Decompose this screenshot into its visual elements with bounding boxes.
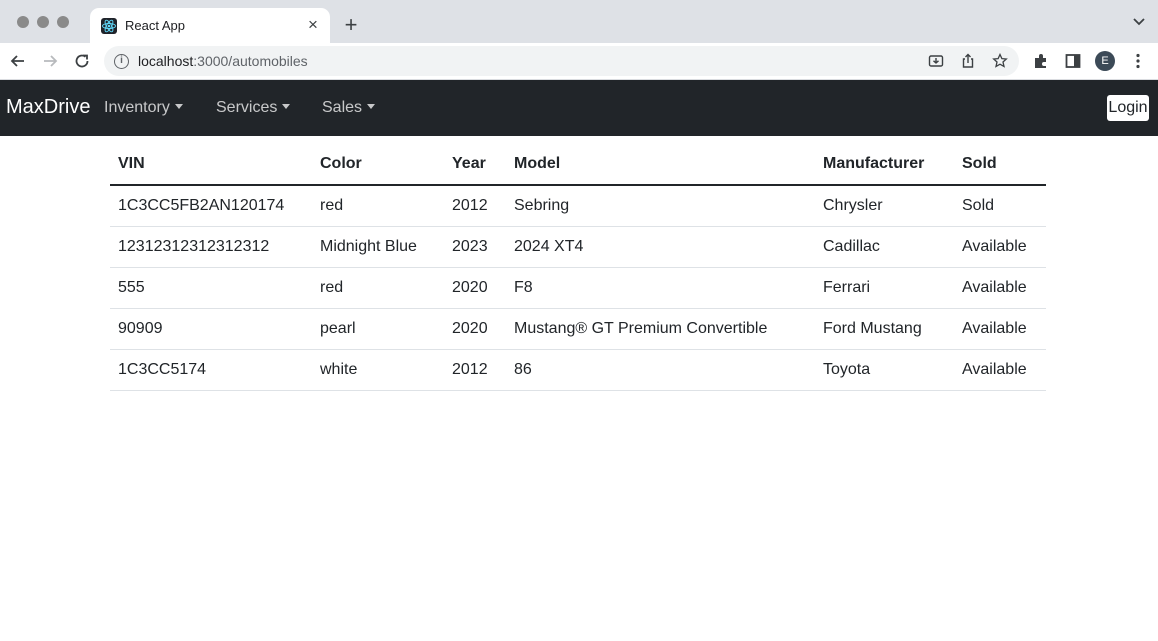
url-text[interactable]: localhost:3000/automobiles — [138, 53, 308, 69]
cell-sold-status: Available — [954, 226, 1046, 268]
cell-model: Sebring — [506, 185, 815, 227]
extensions-puzzle-icon[interactable] — [1031, 51, 1051, 71]
new-tab-icon[interactable]: + — [340, 14, 362, 36]
side-panel-icon[interactable] — [1063, 51, 1083, 71]
react-favicon-icon — [101, 18, 117, 34]
cell-manufacturer: Chrysler — [815, 185, 954, 227]
app-navbar: MaxDrive Inventory Services Sales Login — [0, 80, 1158, 136]
cell-color: white — [312, 349, 444, 391]
column-header-year: Year — [444, 144, 506, 186]
column-header-manufacturer: Manufacturer — [815, 144, 954, 186]
column-header-vin: VIN — [110, 144, 312, 186]
cell-model: Mustang® GT Premium Convertible — [506, 308, 815, 350]
forward-arrow-icon[interactable] — [40, 51, 60, 71]
cell-vin: 1C3CC5FB2AN120174 — [110, 185, 312, 227]
cell-sold-status: Sold — [954, 185, 1046, 227]
caret-down-icon — [282, 104, 291, 109]
table-row: 12312312312312312 Midnight Blue 2023 202… — [110, 226, 1046, 268]
column-header-color: Color — [312, 144, 444, 186]
automobiles-table: VIN Color Year Model Manufacturer Sold 1… — [110, 144, 1046, 391]
caret-down-icon — [367, 104, 376, 109]
reload-icon[interactable] — [72, 51, 92, 71]
address-bar[interactable]: i localhost:3000/automobiles — [104, 46, 1019, 76]
back-arrow-icon[interactable] — [8, 51, 28, 71]
browser-tab-strip: React App × + — [0, 0, 1158, 43]
cell-model: F8 — [506, 267, 815, 309]
table-row: 555 red 2020 F8 Ferrari Available — [110, 267, 1046, 309]
cell-model: 86 — [506, 349, 815, 391]
brand-logo-text[interactable]: MaxDrive — [6, 95, 90, 119]
cell-year: 2023 — [444, 226, 506, 268]
browser-tab[interactable]: React App × — [90, 8, 330, 43]
site-info-icon[interactable]: i — [114, 54, 129, 69]
table-header-row: VIN Color Year Model Manufacturer Sold — [110, 144, 1046, 186]
nav-dropdown-inventory[interactable]: Inventory — [104, 98, 183, 118]
cell-year: 2020 — [444, 308, 506, 350]
tab-close-icon[interactable]: × — [304, 16, 322, 34]
cell-manufacturer: Cadillac — [815, 226, 954, 268]
cell-year: 2012 — [444, 185, 506, 227]
cell-color: red — [312, 267, 444, 309]
cell-sold-status: Available — [954, 267, 1046, 309]
cell-manufacturer: Ferrari — [815, 267, 954, 309]
cell-manufacturer: Toyota — [815, 349, 954, 391]
cell-model: 2024 XT4 — [506, 226, 815, 268]
cell-color: red — [312, 185, 444, 227]
nav-dropdown-services[interactable]: Services — [216, 98, 291, 118]
table-row: 1C3CC5FB2AN120174 red 2012 Sebring Chrys… — [110, 185, 1046, 227]
table-row: 90909 pearl 2020 Mustang® GT Premium Con… — [110, 308, 1046, 350]
window-close-icon[interactable] — [17, 16, 29, 28]
login-button[interactable]: Login — [1107, 95, 1149, 121]
cell-color: Midnight Blue — [312, 226, 444, 268]
window-maximize-icon[interactable] — [57, 16, 69, 28]
browser-menu-icon[interactable] — [1128, 51, 1148, 71]
cell-vin: 90909 — [110, 308, 312, 350]
cell-sold-status: Available — [954, 349, 1046, 391]
cell-sold-status: Available — [954, 308, 1046, 350]
window-minimize-icon[interactable] — [37, 16, 49, 28]
cell-year: 2020 — [444, 267, 506, 309]
cell-vin: 1C3CC5174 — [110, 349, 312, 391]
tab-search-chevron-icon[interactable] — [1132, 16, 1146, 28]
share-icon[interactable] — [960, 53, 976, 69]
column-header-sold: Sold — [954, 144, 1046, 186]
profile-avatar[interactable]: E — [1095, 51, 1115, 71]
cell-vin: 12312312312312312 — [110, 226, 312, 268]
caret-down-icon — [174, 104, 183, 109]
install-app-icon[interactable] — [928, 53, 944, 69]
cell-color: pearl — [312, 308, 444, 350]
cell-vin: 555 — [110, 267, 312, 309]
bookmark-star-icon[interactable] — [992, 53, 1008, 69]
table-row: 1C3CC5174 white 2012 86 Toyota Available — [110, 349, 1046, 391]
column-header-model: Model — [506, 144, 815, 186]
tab-title: React App — [125, 18, 185, 33]
cell-year: 2012 — [444, 349, 506, 391]
browser-toolbar: i localhost:3000/automobiles E — [0, 43, 1158, 80]
nav-dropdown-sales[interactable]: Sales — [322, 98, 376, 118]
cell-manufacturer: Ford Mustang — [815, 308, 954, 350]
